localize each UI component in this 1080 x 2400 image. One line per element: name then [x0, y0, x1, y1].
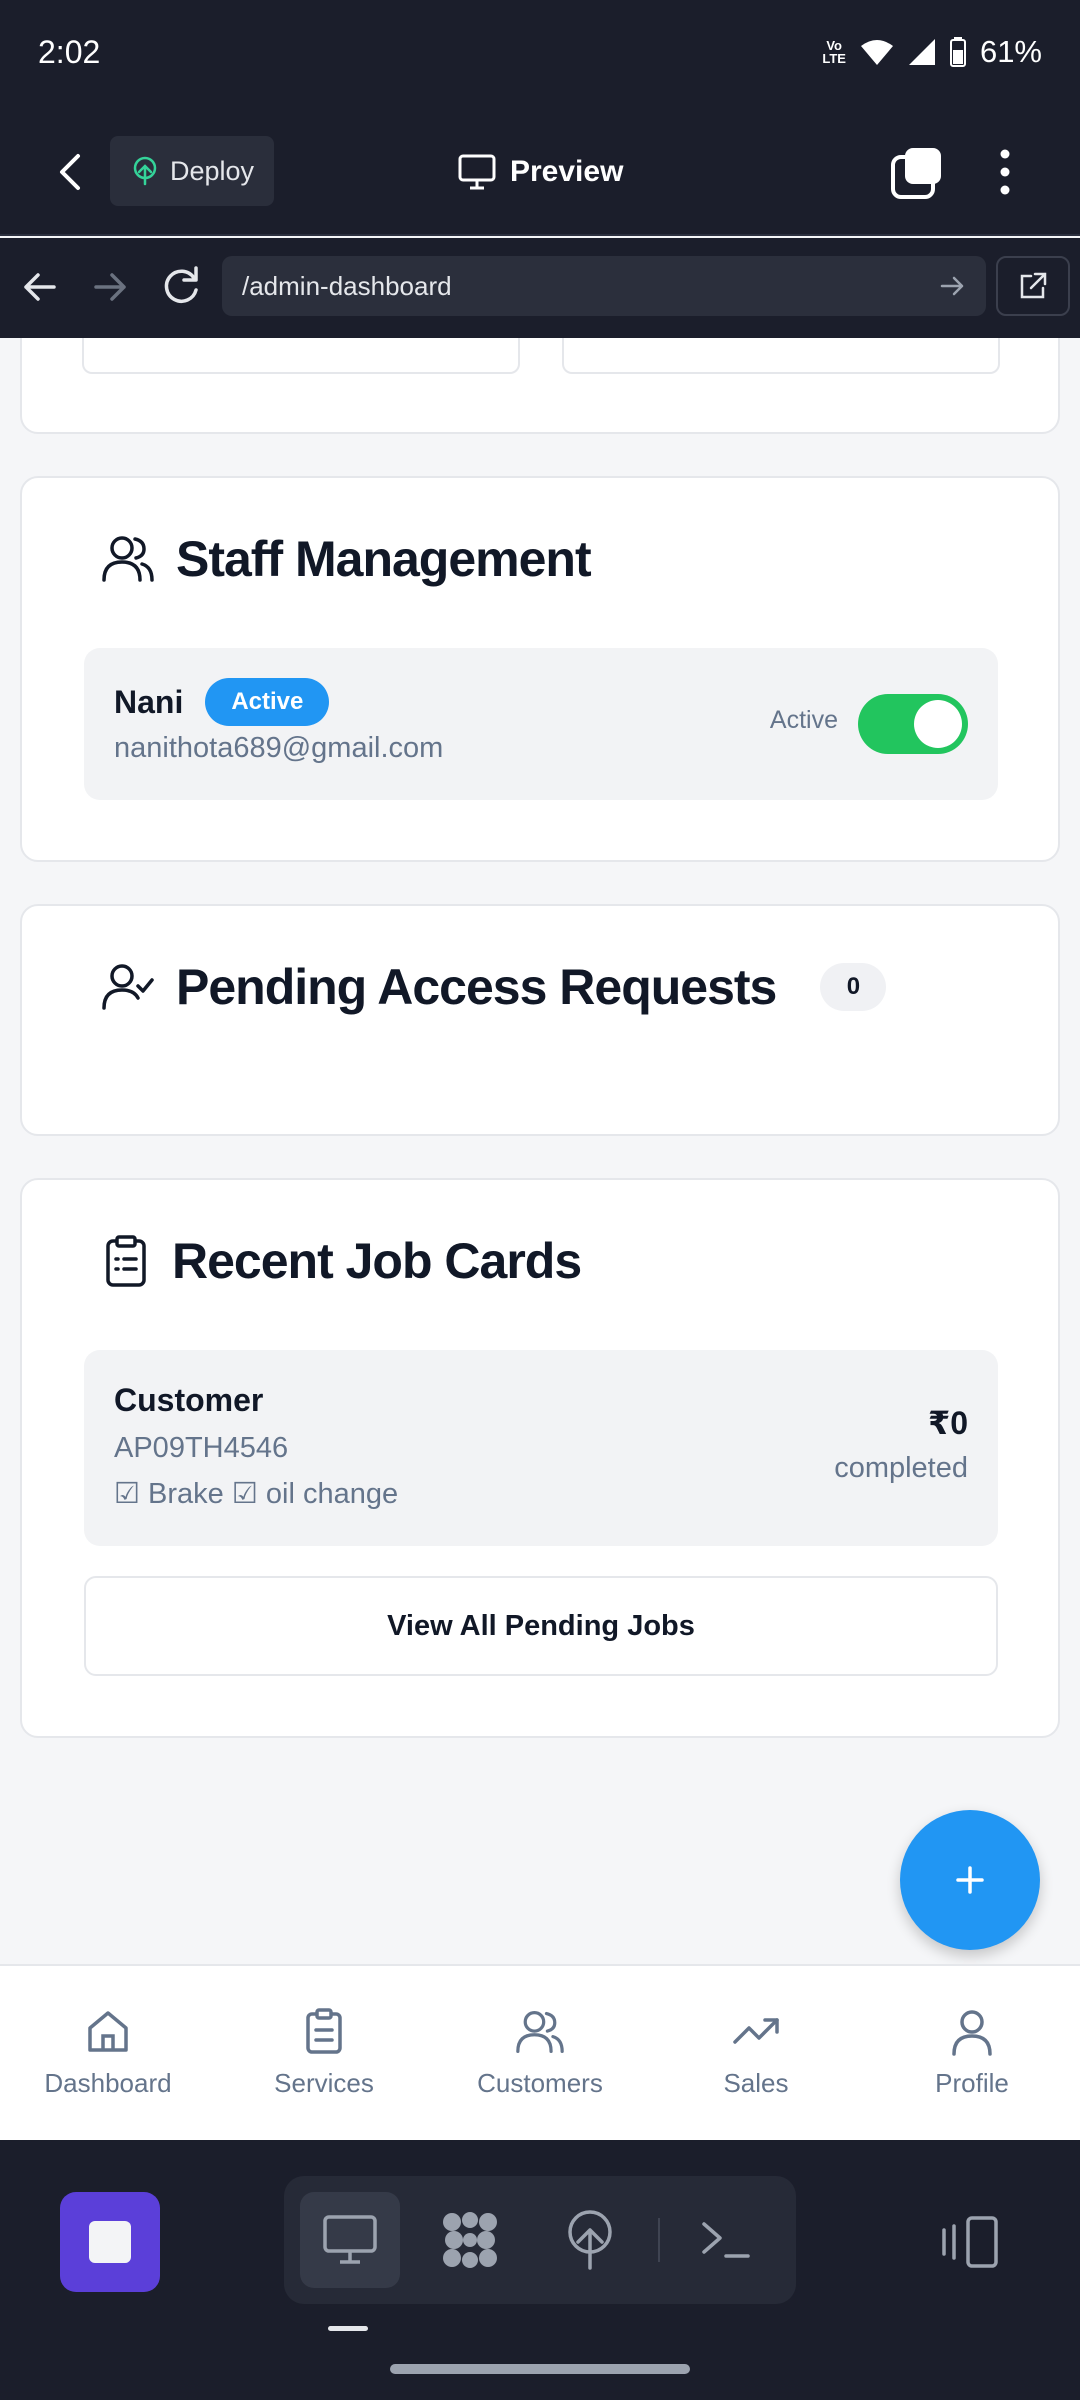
job-card-item[interactable]: Customer AP09TH4546 ☑ Brake ☑ oil change… [84, 1350, 998, 1546]
deploy-button[interactable]: Deploy [110, 136, 274, 206]
users-icon [102, 536, 154, 582]
section-title: Pending Access Requests [176, 959, 777, 1015]
job-services: ☑ Brake ☑ oil change [114, 1478, 399, 1510]
back-button[interactable] [48, 142, 92, 202]
nav-label: Sales [723, 2068, 789, 2098]
section-title: Recent Job Cards [172, 1233, 582, 1289]
agent-icon [443, 2212, 497, 2268]
pending-requests-title: Pending Access Requests 0 [102, 958, 887, 1016]
home-gesture-handle[interactable] [390, 2364, 690, 2374]
staff-row: Nani Active nanithota689@gmail.com Activ… [84, 648, 998, 800]
deploy-icon [133, 156, 157, 186]
nav-item-dashboard[interactable]: Dashboard [0, 1966, 216, 2140]
go-arrow-icon[interactable] [938, 270, 968, 302]
deploy-icon [568, 2210, 612, 2270]
recent-jobs-title: Recent Job Cards [102, 1232, 582, 1290]
main-content: Staff Management Nani Active nanithota68… [0, 338, 1080, 1938]
terminal-icon [702, 2222, 750, 2258]
user-icon [952, 2010, 992, 2056]
preview-tab[interactable]: Preview [458, 144, 623, 200]
deploy-label: Deploy [169, 155, 255, 186]
reload-icon [164, 266, 198, 303]
job-status: completed [834, 1452, 968, 1484]
status-icons: Vo LTE 61% [822, 34, 1042, 70]
arrow-right-icon [94, 273, 126, 301]
job-amount: ₹0 [927, 1405, 968, 1441]
users-icon [516, 2011, 564, 2053]
more-vertical-icon [1000, 149, 1010, 195]
dock-layout-button[interactable] [938, 2212, 1002, 2272]
nav-item-sales[interactable]: Sales [648, 1966, 864, 2140]
arrow-left-icon [24, 273, 56, 301]
external-link-icon [1020, 272, 1047, 299]
section-title: Staff Management [176, 531, 592, 587]
dock-preview-button[interactable] [300, 2192, 400, 2288]
user-check-icon [102, 964, 154, 1010]
nav-item-customers[interactable]: Customers [432, 1966, 648, 2140]
signal-icon [908, 39, 935, 65]
nav-label: Services [274, 2068, 374, 2098]
monitor-icon [458, 154, 496, 190]
wifi-icon [860, 40, 893, 65]
pending-requests-card: Pending Access Requests 0 [20, 904, 1060, 1136]
browser-back-button[interactable] [18, 262, 62, 312]
trending-up-icon [733, 2018, 779, 2044]
bottom-nav: Dashboard Services Customers Sales Profi… [0, 1964, 1080, 2140]
status-time: 2:02 [38, 34, 101, 70]
nav-item-profile[interactable]: Profile [864, 1966, 1080, 2140]
volte-icon: Vo LTE [822, 38, 846, 66]
clipboard-icon [306, 2008, 342, 2054]
plus-icon [956, 1866, 984, 1894]
job-vehicle-number: AP09TH4546 [114, 1432, 289, 1464]
monitor-icon [323, 2215, 377, 2264]
dock-agent-button[interactable] [420, 2192, 520, 2288]
nav-item-services[interactable]: Services [216, 1966, 432, 2140]
staff-email: nanithota689@gmail.com [114, 732, 444, 764]
url-field[interactable]: /admin-dashboard [222, 256, 986, 316]
add-fab-button[interactable] [900, 1810, 1040, 1950]
dock-shell-button[interactable] [676, 2192, 776, 2288]
dock-deploy-button[interactable] [540, 2192, 640, 2288]
nav-label: Dashboard [44, 2068, 172, 2098]
more-menu-button[interactable] [990, 142, 1020, 202]
staff-management-card: Staff Management Nani Active nanithota68… [20, 476, 1060, 862]
view-all-pending-jobs-button[interactable]: View All Pending Jobs [84, 1576, 998, 1676]
staff-name: Nani [114, 683, 184, 720]
url-text: /admin-dashboard [242, 270, 452, 301]
battery-icon [949, 37, 966, 67]
previous-card [20, 338, 1060, 434]
panel-layout-icon [942, 2216, 998, 2268]
preview-label: Preview [510, 155, 624, 188]
stop-icon [89, 2221, 131, 2263]
open-external-button[interactable] [996, 256, 1070, 316]
active-dock-indicator [328, 2326, 368, 2331]
clipboard-list-icon [106, 1235, 146, 1287]
toggle-label: Active [769, 706, 838, 734]
home-icon [88, 2011, 128, 2052]
dock-divider [658, 2218, 660, 2262]
status-badge: Active [205, 678, 330, 726]
dock-toolbar [284, 2176, 796, 2304]
nav-label: Profile [935, 2068, 1009, 2098]
recent-job-cards-card: Recent Job Cards Customer AP09TH4546 ☑ B… [20, 1178, 1060, 1738]
staff-active-toggle[interactable] [858, 694, 968, 754]
toggle-knob [914, 700, 962, 748]
requests-count-badge: 0 [820, 963, 887, 1011]
staff-management-title: Staff Management [102, 530, 592, 588]
tabs-icon [891, 148, 941, 199]
reload-button[interactable] [158, 260, 204, 314]
battery-percent: 61% [979, 34, 1042, 69]
browser-forward-button[interactable] [88, 262, 132, 312]
job-customer: Customer [114, 1382, 264, 1418]
nav-label: Customers [477, 2068, 603, 2098]
tabs-button[interactable] [890, 146, 944, 200]
stat-tile [82, 338, 520, 374]
stop-button[interactable] [60, 2192, 160, 2292]
stat-tile [562, 338, 1000, 374]
chevron-left-icon [60, 154, 80, 190]
